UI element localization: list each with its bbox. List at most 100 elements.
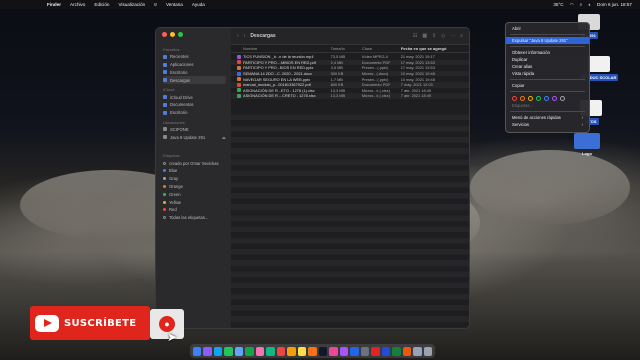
tag-icon[interactable]: ◇ (441, 33, 445, 39)
reminders-dock-icon[interactable] (308, 346, 317, 356)
menu-extras: 35°C ◠ ⌕ ◐ Dom 6 jun. 18:57 (553, 0, 632, 9)
sidebar-tag-orange[interactable]: Orange (163, 183, 226, 191)
menu-ventana[interactable]: Ventana (166, 2, 183, 7)
safari-dock-icon[interactable] (213, 346, 223, 356)
finder-dock-icon[interactable] (192, 346, 202, 356)
file-row[interactable]: manual_modulo_p...001813367922.pdf 800 KB… (231, 81, 469, 88)
trash-dock-icon[interactable] (423, 346, 433, 356)
sidebar-item-java[interactable]: Java 8 Update 291 ⏏ (163, 133, 226, 141)
sidebar-item-documentos[interactable]: Documentos (163, 101, 226, 109)
sidebar-tag-blue[interactable]: Blue (163, 167, 226, 175)
column-fecha[interactable]: Fecha en que se agregó (401, 46, 469, 51)
clock[interactable]: Dom 6 jun. 18:57 (597, 2, 632, 7)
photos-dock-icon[interactable] (255, 346, 265, 356)
dock (190, 344, 435, 358)
excel-dock-icon[interactable] (392, 346, 401, 356)
menu-item-duplicar[interactable]: Duplicar (506, 56, 589, 63)
temperature-readout[interactable]: 35°C (553, 2, 563, 7)
file-row[interactable]: TICS FUNSION _b...n de la reunión.mp4 73,… (231, 54, 469, 60)
forward-icon[interactable]: › (244, 33, 246, 39)
menu-visualizacion[interactable]: Visualización (118, 2, 145, 7)
sidebar-item-aplicaciones[interactable]: Aplicaciones (163, 61, 226, 69)
file-row[interactable]: SEMANA 14 2DO...C. 2020 - 2021.docx 300 K… (231, 70, 469, 77)
share-icon[interactable]: ⇪ (432, 33, 436, 39)
file-row[interactable]: ASIGNACIÓN DE R....CRETO - 1278.xlsx 13,3… (231, 93, 469, 99)
close-window-icon[interactable] (162, 32, 167, 37)
appstore-dock-icon[interactable] (350, 346, 359, 356)
mail-dock-icon[interactable] (234, 346, 244, 356)
column-nombre[interactable]: Nombre (243, 46, 331, 51)
facetime-dock-icon[interactable] (266, 346, 275, 356)
tag-purple-icon[interactable] (552, 95, 557, 101)
column-clase[interactable]: Clase (362, 46, 401, 51)
xlsx-file-icon (237, 93, 241, 98)
sidebar-tag-red[interactable]: Red (163, 206, 226, 214)
sidebar-item-recientes[interactable]: Recientes (163, 53, 226, 61)
sidebar-tag-yellow[interactable]: Yellow (163, 198, 226, 206)
control-center-icon[interactable]: ◐ (588, 2, 591, 7)
menu-item-etiquetas[interactable]: Etiquetas... (506, 102, 589, 109)
sidebar-item-icloud-drive[interactable]: iCloud Drive (163, 93, 226, 101)
appletv-dock-icon[interactable] (318, 346, 328, 356)
settings-dock-icon[interactable] (360, 346, 370, 356)
menu-archivo[interactable]: Archivo (70, 2, 85, 7)
app-dock-icon[interactable] (371, 346, 380, 356)
sidebar-tag-all[interactable]: Todas las etiquetas... (163, 214, 226, 222)
file-row[interactable]: PARTICIPO Y PRO....MBIOS EN RED.pdf 2,4 M… (231, 59, 469, 66)
wifi-icon[interactable]: ◠ (570, 2, 574, 8)
tag-gray-icon[interactable] (560, 95, 565, 101)
search-icon[interactable]: ⌕ (580, 2, 583, 7)
sidebar-tag-creado[interactable]: creado por Omar Sevickas (163, 159, 226, 167)
menu-item-acciones-rapidas[interactable]: Menú de acciones rápidas › (506, 114, 589, 121)
zoom-window-icon[interactable] (178, 32, 183, 37)
sidebar-item-descargas[interactable]: Descargas (163, 76, 226, 85)
launchpad-dock-icon[interactable] (203, 346, 212, 356)
menu-item-abrir[interactable]: Abrir (506, 25, 589, 32)
file-row[interactable]: NAVEGAR SEGURO EN LA WEB.pptx 1,7 MB Prese… (231, 76, 469, 82)
pdf-file-icon (237, 60, 241, 65)
menu-ayuda[interactable]: Ayuda (192, 2, 205, 7)
menu-item-vista-rapida[interactable]: Vista rápida (506, 70, 589, 77)
menu-item-servicios[interactable]: Servicios › (506, 121, 589, 128)
file-row[interactable]: ASIGNACIÓN DE R...ETO - 1278 (1).xlsx 13,… (231, 88, 469, 94)
menu-item-copiar[interactable]: Copiar (506, 82, 589, 89)
sidebar-tag-gray[interactable]: Gray (163, 175, 226, 183)
sidebar-item-escritorio-icloud[interactable]: Escritorio (163, 109, 226, 117)
column-tamano[interactable]: Tamaño (331, 46, 362, 51)
tag-green-icon[interactable] (536, 95, 541, 101)
desktop-file-logo[interactable]: Logo (574, 133, 600, 156)
podcasts-dock-icon[interactable] (339, 346, 349, 356)
tag-blue-icon[interactable] (544, 95, 549, 101)
contacts-dock-icon[interactable] (287, 346, 296, 356)
maps-dock-icon[interactable] (245, 346, 254, 356)
downloads-dock-icon[interactable] (413, 346, 422, 356)
menu-item-expulsar[interactable]: Expulsar "Java 8 Update 291" (506, 37, 589, 44)
calendar-dock-icon[interactable] (276, 346, 286, 356)
tag-red-icon[interactable] (512, 95, 517, 101)
word-dock-icon[interactable] (381, 346, 391, 356)
eject-icon[interactable]: ⏏ (222, 135, 226, 140)
menu-edicion[interactable]: Edición (94, 2, 109, 7)
window-controls (162, 32, 183, 37)
back-icon[interactable]: ‹ (237, 33, 239, 39)
messages-dock-icon[interactable] (224, 346, 233, 356)
menu-item-obtener-informacion[interactable]: Obtener información (506, 49, 589, 56)
menu-ir[interactable]: Ir (154, 2, 157, 7)
sidebar-item-scifone[interactable]: SCIFONE (163, 126, 226, 134)
menu-item-crear-alias[interactable]: Crear alias (506, 63, 589, 70)
minimize-window-icon[interactable] (170, 32, 175, 37)
tag-yellow-icon[interactable] (528, 95, 533, 101)
group-icon[interactable]: ▦ (422, 33, 427, 39)
view-options-icon[interactable]: ☷ (413, 33, 417, 39)
powerpoint-dock-icon[interactable] (402, 346, 412, 356)
menu-app-name[interactable]: Finder (47, 2, 61, 7)
action-menu-icon[interactable]: ⋯ (450, 33, 455, 39)
search-icon[interactable]: ⌕ (460, 33, 463, 39)
tag-orange-icon[interactable] (520, 95, 525, 101)
sidebar-tag-green[interactable]: Green (163, 190, 226, 198)
file-row[interactable]: PARTICIPO Y PRO...BIOS EN RED.pptx 3,5 MB… (231, 65, 469, 71)
notes-dock-icon[interactable] (297, 346, 307, 356)
music-dock-icon[interactable] (329, 346, 338, 356)
subscribe-banner[interactable]: SUSCRÍBETE (30, 306, 150, 340)
sidebar-item-escritorio[interactable]: Escritorio (163, 69, 226, 77)
